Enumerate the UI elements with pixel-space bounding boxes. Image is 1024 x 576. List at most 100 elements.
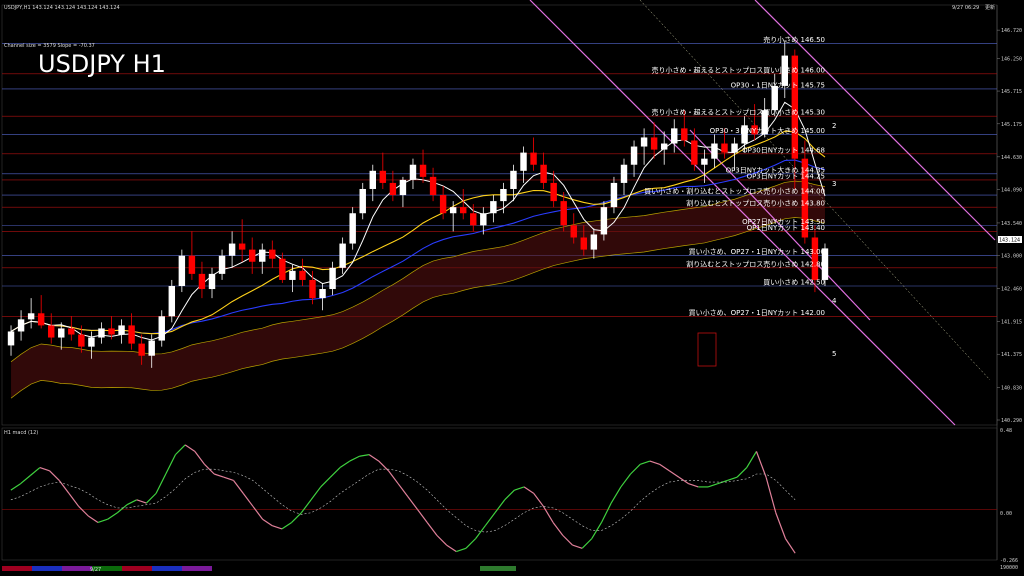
candle-body-6: [68, 328, 75, 335]
candle-body-30: [309, 279, 316, 299]
period-seg-2: [32, 566, 62, 571]
level-label-2: OP30・1日NYカット 145.75: [731, 81, 825, 89]
candle-body-51: [520, 152, 527, 171]
period-seg-1: [2, 566, 32, 571]
candle-body-50: [510, 170, 517, 189]
candle-body-69: [701, 158, 708, 165]
candle-body-61: [620, 164, 628, 183]
period-seg-current: [480, 566, 516, 571]
candle-body-22: [228, 243, 236, 256]
candle-body-60: [610, 182, 618, 208]
candle-body-12: [128, 325, 135, 344]
candle-body-55: [560, 201, 567, 226]
price-tick-label-11: 140.830: [1001, 385, 1022, 391]
macd-title: H1 macd (12): [4, 430, 38, 436]
candle-body-24: [248, 249, 256, 262]
candle-body-17: [178, 255, 186, 286]
candle-body-7: [78, 334, 85, 347]
candle-body-41: [419, 164, 427, 177]
candle-body-10: [108, 328, 115, 335]
candle-body-8: [88, 337, 95, 347]
candle-body-42: [429, 176, 437, 196]
level-label-7: OP3日NYカット 144.25: [747, 172, 825, 180]
current-price-label: 143.124: [999, 238, 1020, 244]
channel-info: Channel size = 3579 Slope = -70.37: [4, 43, 95, 49]
level-label-13: 割り込むとストップロス売り小さめ 142.80: [686, 259, 825, 268]
price-tick-label-8: 142.460: [1001, 286, 1022, 292]
candle-body-64: [650, 137, 658, 150]
candle-body-48: [490, 201, 497, 214]
price-tick-label-0: 146.720: [1001, 28, 1022, 34]
candle-body-21: [218, 255, 226, 274]
level-label-9: 割り込むとストップロス売り小さめ 143.80: [686, 199, 825, 208]
level-label-4: OP30・3日NYカット大きめ 145.00: [710, 126, 825, 135]
candle-body-18: [188, 255, 196, 274]
level-label-11: OP1日NYカット 143.40: [747, 224, 825, 232]
price-tick-label-9: 141.915: [1001, 319, 1022, 325]
candle-body-33: [339, 243, 346, 268]
price-tick-label-7: 143.000: [1001, 254, 1022, 260]
candle-body-15: [158, 316, 165, 341]
candle-body-67: [681, 128, 688, 141]
wave-label-4: 4: [832, 297, 837, 305]
candle-body-43: [439, 195, 447, 214]
level-label-14: 買い小さめ 142.50: [763, 278, 825, 287]
candle-body-32: [329, 267, 336, 290]
candle-body-4: [48, 325, 55, 338]
candle-body-53: [540, 164, 547, 183]
big-title: USDJPY H1: [38, 50, 166, 78]
candle-body-58: [590, 234, 598, 250]
wave-label-3: 3: [832, 180, 836, 188]
candle-body-16: [168, 286, 176, 317]
price-tick-label-6: 143.540: [1001, 221, 1022, 227]
candle-body-5: [58, 328, 65, 338]
candle-body-29: [299, 270, 306, 280]
candle-body-13: [138, 343, 145, 356]
level-label-5: OP30日NYカット 144.68: [742, 146, 825, 154]
candle-body-45: [460, 207, 467, 214]
candle-body-52: [530, 152, 537, 165]
candle-body-71: [721, 143, 728, 153]
candle-body-27: [279, 258, 286, 280]
candle-body-40: [409, 164, 417, 180]
candle-body-80: [811, 237, 819, 280]
chart-background: [0, 0, 1024, 576]
symbol-line: USDJPY,H1 143.124 143.124 143.124 143.12…: [4, 5, 120, 11]
period-seg-6: [152, 566, 182, 571]
candle-body-19: [198, 273, 206, 290]
candle-body-56: [570, 225, 577, 238]
candle-body-20: [208, 273, 216, 290]
price-tick-label-5: 144.090: [1001, 188, 1022, 194]
chart-canvas: 売り小さめ 146.50 売り小さめ・超えるとストップロス買い小さめ 146.00…: [0, 0, 1024, 576]
price-tick-label-4: 144.630: [1001, 155, 1022, 161]
candle-body-14: [148, 340, 155, 356]
candle-body-44: [449, 207, 457, 214]
macd-scale-top: 0.48: [1000, 428, 1012, 434]
period-seg-5: [122, 566, 152, 571]
candle-body-72: [731, 143, 738, 153]
candle-body-11: [118, 325, 125, 335]
macd-scale-bottom: -0.266: [1000, 558, 1018, 564]
candle-body-1: [17, 319, 25, 332]
candle-body-31: [319, 289, 326, 299]
candle-body-63: [640, 137, 648, 147]
candle-body-35: [359, 188, 366, 214]
price-tick-label-12: 140.290: [1001, 418, 1022, 424]
bottom-date-label: 9/27: [90, 567, 101, 573]
level-label-12: 買い小さめ、OP27・1日NYカット 143.00: [689, 247, 825, 256]
price-tick-label-2: 145.715: [1001, 89, 1022, 95]
candle-body-2: [27, 313, 35, 320]
macd-right-note: 190000: [1000, 565, 1018, 571]
period-seg-7: [182, 566, 212, 571]
candle-body-54: [550, 182, 557, 202]
candle-body-62: [630, 146, 638, 165]
price-tick-label-1: 146.250: [1001, 57, 1022, 63]
wave-label-5: 5: [832, 350, 836, 358]
candle-body-36: [369, 170, 376, 189]
level-label-1: 売り小さめ・超えるとストップロス買い小さめ 146.00: [651, 65, 825, 74]
candle-body-34: [349, 213, 356, 244]
price-tick-label-10: 141.375: [1001, 352, 1022, 358]
candle-body-9: [98, 328, 105, 338]
price-tick-label-3: 145.175: [1001, 122, 1022, 128]
level-label-8: 買い小さめ・割り込むとストップロス売り小さめ 144.00: [644, 187, 825, 196]
